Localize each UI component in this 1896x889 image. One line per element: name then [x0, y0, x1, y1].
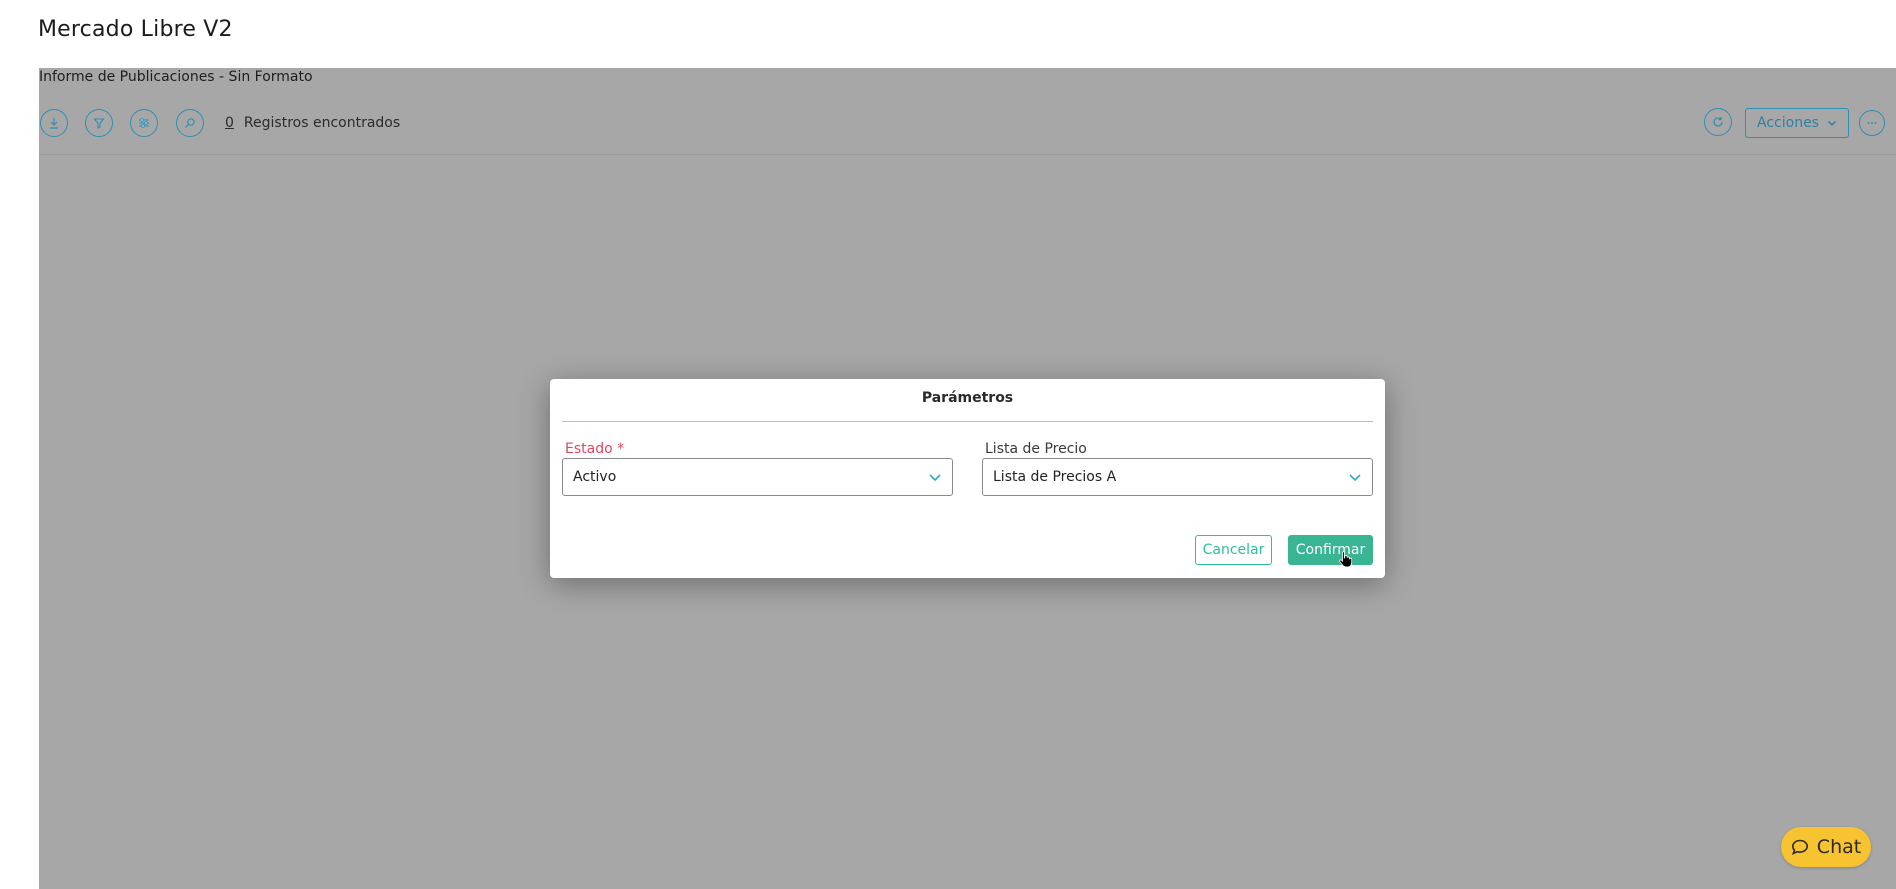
settings-button[interactable]: [130, 109, 158, 137]
chat-bubble-icon: [1791, 839, 1808, 855]
search-button[interactable]: [176, 109, 204, 137]
confirm-button[interactable]: Confirmar: [1288, 535, 1373, 565]
filter-button[interactable]: [85, 109, 113, 137]
estado-label: Estado *: [565, 441, 625, 457]
report-title: Informe de Publicaciones - Sin Formato: [39, 69, 313, 85]
chat-button[interactable]: Chat: [1781, 827, 1871, 867]
actions-label: Acciones: [1757, 115, 1819, 131]
hand-cursor-icon: [1339, 551, 1353, 568]
dialog-title: Parámetros: [921, 390, 1014, 406]
record-count-label: Registros encontrados: [243, 115, 401, 131]
estado-value: Activo: [573, 469, 617, 485]
search-icon: [185, 118, 195, 128]
chevron-down-icon: [929, 474, 941, 482]
app-title: Mercado Libre V2: [38, 17, 233, 42]
cancel-button[interactable]: Cancelar: [1195, 535, 1272, 565]
more-options-button[interactable]: [1859, 110, 1885, 136]
dialog-divider: [562, 421, 1373, 422]
download-icon: [50, 118, 58, 129]
record-count: 0 Registros encontrados: [225, 115, 400, 131]
price-list-label: Lista de Precio: [985, 441, 1087, 457]
record-count-number: 0: [225, 115, 234, 131]
estado-select[interactable]: Activo: [562, 458, 953, 496]
chevron-down-icon: [1349, 474, 1361, 482]
price-list-select[interactable]: Lista de Precios A: [982, 458, 1373, 496]
refresh-icon: [1713, 117, 1723, 127]
refresh-button[interactable]: [1704, 108, 1732, 136]
chat-label: Chat: [1816, 836, 1862, 858]
actions-dropdown-button[interactable]: Acciones: [1745, 108, 1849, 138]
filter-icon: [93, 118, 105, 129]
more-icon: [1867, 122, 1877, 124]
parameters-dialog: Parámetros Estado * Activo Lista de Prec…: [550, 379, 1385, 578]
sliders-icon: [139, 118, 149, 128]
download-button[interactable]: [40, 109, 68, 137]
chevron-down-icon: [1827, 120, 1837, 127]
report-toolbar: 0 Registros encontrados Acciones: [39, 90, 1896, 155]
price-list-value: Lista de Precios A: [993, 469, 1117, 485]
